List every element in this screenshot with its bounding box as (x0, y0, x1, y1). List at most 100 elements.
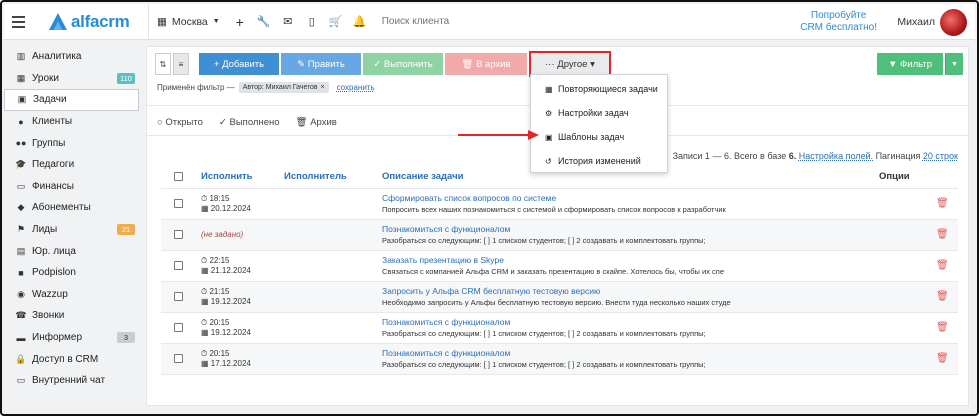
task-title[interactable]: Познакомиться с функционалом (382, 224, 510, 234)
column-description[interactable]: Описание задачи (382, 171, 463, 182)
mail-icon[interactable]: ✉ (276, 4, 300, 40)
sidebar-item-clients[interactable]: ● Клиенты (4, 111, 139, 133)
row-checkbox[interactable] (174, 230, 183, 239)
table-row[interactable]: ⏱ 22:15 ▦ 21.12.2024 Заказать презентацию… (161, 250, 958, 281)
table-row[interactable]: (не задано) Познакомиться с функционалом… (161, 219, 958, 250)
tab-archive[interactable]: 🗑 Архив (296, 117, 337, 128)
row-checkbox[interactable] (174, 261, 183, 270)
task-title[interactable]: Заказать презентацию в Skype (382, 255, 504, 265)
table-row[interactable]: ⏱ 20:15 ▦ 19.12.2024 Познакомиться с функ… (161, 312, 958, 343)
sidebar-item-access[interactable]: 🔒 Доступ в CRM (4, 348, 139, 370)
field-settings-link[interactable]: Настройка полей. (799, 151, 873, 161)
add-button[interactable]: + Добавить (199, 53, 279, 75)
sidebar-item-subscriptions[interactable]: ◆ Абонементы (4, 197, 139, 219)
due-datetime: ⏱ 22:15 ▦ 21.12.2024 (201, 256, 251, 276)
trash-icon[interactable]: 🗑 (936, 229, 949, 242)
branch-selector[interactable]: ▦ Москва ▼ (149, 4, 228, 40)
logo[interactable]: alfacrm (48, 12, 148, 32)
filter-button[interactable]: ▼ Фильтр (877, 53, 943, 75)
user-name[interactable]: Михаил (897, 16, 935, 28)
task-description: Разобраться со следующим: [ ] 1 списком … (382, 329, 706, 338)
menu-item-recurring-tasks[interactable]: ▦ Повторяющиеся задачи (531, 77, 667, 101)
select-all-checkbox[interactable] (174, 172, 183, 181)
column-execute[interactable]: Исполнить (201, 171, 253, 182)
edit-button[interactable]: ✎ Править (281, 53, 361, 75)
task-title[interactable]: Сформировать список вопросов по системе (382, 193, 556, 203)
task-title[interactable]: Познакомиться с функционалом (382, 348, 510, 358)
archive-button[interactable]: 🗑 В архив (445, 53, 527, 75)
avatar[interactable] (940, 9, 967, 36)
tab-done[interactable]: ✓ Выполнено (219, 117, 280, 128)
menu-item-task-settings[interactable]: ⚙ Настройки задач (531, 101, 667, 125)
tag-icon: ◆ (17, 202, 25, 213)
message-icon: ▬ (16, 332, 26, 343)
sidebar-item-label: Podpislon (32, 267, 76, 279)
top-bar: alfacrm ▦ Москва ▼ + 🔧 ✉ ▯ 🛒 🔔 Попробуйт… (4, 3, 975, 40)
sidebar-item-wazzup[interactable]: ◉ Wazzup (4, 284, 139, 306)
due-datetime: ⏱ 18:15 ▦ 20.12.2024 (201, 194, 251, 214)
sidebar-item-calls[interactable]: ☎ Звонки (4, 305, 139, 327)
plus-icon[interactable]: + (228, 4, 252, 40)
phone-icon[interactable]: ▯ (300, 4, 324, 40)
row-checkbox[interactable] (174, 323, 183, 332)
menu-icon[interactable] (12, 15, 38, 28)
filter-caret-icon[interactable]: ▼ (945, 53, 963, 75)
close-icon[interactable]: × (320, 84, 324, 91)
building-icon: ▦ (157, 15, 167, 28)
sidebar-item-label: Юр. лица (32, 245, 76, 257)
other-dropdown-button[interactable]: ··· Другое ▾ (529, 51, 611, 77)
tab-open[interactable]: ○ Открыто (157, 117, 203, 128)
sidebar-item-tasks[interactable]: ▣ Задачи (4, 89, 139, 111)
menu-item-task-templates[interactable]: ▣ Шаблоны задач (531, 125, 667, 149)
row-checkbox[interactable] (174, 292, 183, 301)
menu-item-label: Повторяющиеся задачи (558, 84, 658, 94)
due-time: 21:15 (209, 287, 230, 296)
row-checkbox[interactable] (174, 199, 183, 208)
sidebar-item-chat[interactable]: ▭ Внутренний чат (4, 370, 139, 392)
user-icon: ● (18, 116, 24, 127)
sidebar-item-label: Абонементы (32, 202, 91, 214)
due-time: 22:15 (209, 256, 230, 265)
column-executor[interactable]: Исполнитель (284, 171, 347, 182)
sidebar-item-legal[interactable]: ▤ Юр. лица (4, 240, 139, 262)
due-date: 19.12.2024 (210, 328, 251, 337)
sidebar-item-lessons[interactable]: ▦ Уроки 110 (4, 68, 139, 90)
trash-icon[interactable]: 🗑 (936, 353, 949, 366)
sidebar-item-label: Клиенты (32, 116, 73, 128)
sidebar-item-label: Звонки (32, 310, 65, 322)
wrench-icon[interactable]: 🔧 (252, 4, 276, 40)
page-size-link[interactable]: 20 строк (923, 151, 958, 161)
sidebar-item-analytics[interactable]: ▥ Аналитика (4, 46, 139, 68)
search-input[interactable] (381, 11, 682, 32)
sidebar-item-teachers[interactable]: 🎓 Педагоги (4, 154, 139, 176)
sidebar-item-groups[interactable]: ●● Группы (4, 132, 139, 154)
save-filter-link[interactable]: сохранить (337, 83, 375, 92)
filter-chip: Автор: Михаил Гачегов × (238, 82, 329, 93)
table-row[interactable]: ⏱ 20:15 ▦ 17.12.2024 Познакомиться с функ… (161, 343, 958, 374)
task-title[interactable]: Познакомиться с функционалом (382, 317, 510, 327)
trash-icon[interactable]: 🗑 (936, 291, 949, 304)
count-badge: 3 (117, 331, 135, 343)
trash-icon[interactable]: 🗑 (936, 260, 949, 273)
table-row[interactable]: ⏱ 18:15 ▦ 20.12.2024 Сформировать список … (161, 188, 958, 219)
trash-icon[interactable]: 🗑 (936, 198, 949, 211)
divider (161, 374, 958, 375)
tree-view-icon[interactable]: ⇅ (155, 53, 171, 75)
menu-item-change-history[interactable]: ↺ История изменений (531, 149, 667, 173)
row-checkbox[interactable] (174, 354, 183, 363)
sidebar-item-informer[interactable]: ▬ Информер 3 (4, 327, 139, 349)
whatsapp-icon: ◉ (17, 288, 25, 299)
table-row[interactable]: ⏱ 21:15 ▦ 19.12.2024 Запросить у Альфа CR… (161, 281, 958, 312)
sidebar-item-label: Доступ в CRM (32, 353, 99, 365)
sidebar-item-finance[interactable]: ▭ Финансы (4, 176, 139, 198)
task-title[interactable]: Запросить у Альфа CRM бесплатную тестову… (382, 286, 600, 296)
logo-text: alfacrm (71, 11, 130, 31)
complete-button[interactable]: ✓ Выполнить (363, 53, 443, 75)
trash-icon[interactable]: 🗑 (936, 322, 949, 335)
bell-icon[interactable]: 🔔 (348, 4, 372, 40)
sidebar-item-leads[interactable]: ⚑ Лиды 21 (4, 219, 139, 241)
list-view-icon[interactable]: ≡ (173, 53, 189, 75)
cart-icon[interactable]: 🛒 (324, 4, 348, 40)
promo-link[interactable]: Попробуйте CRM бесплатно! (800, 10, 877, 34)
sidebar-item-podpislon[interactable]: ■ Podpislon (4, 262, 139, 284)
